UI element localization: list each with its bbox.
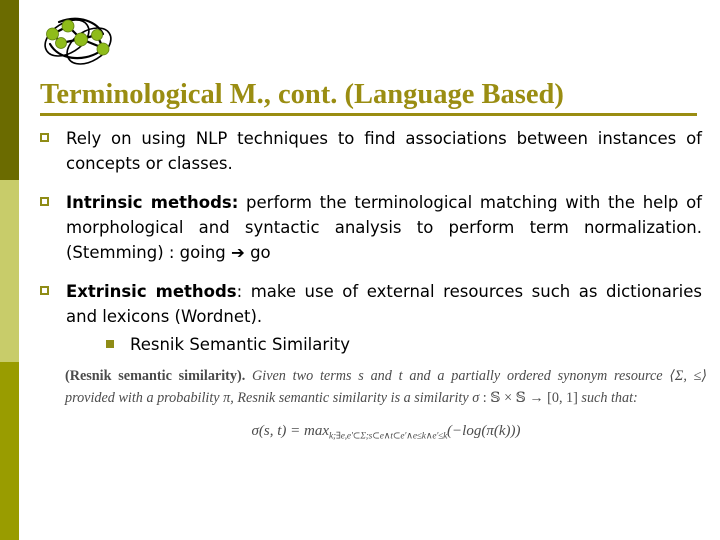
page-title: Terminological M., cont. (Language Based…	[40, 79, 564, 110]
sub-list-item: Resnik Semantic Similarity	[106, 332, 702, 357]
definition-text-1: Given two terms	[245, 368, 359, 384]
sidebar-band-bottom	[0, 362, 19, 540]
definition-mapping: : 𝕊 × 𝕊 → [0, 1]	[479, 389, 582, 406]
definition-text-5: such that:	[581, 389, 638, 406]
definition-text-4: , Resnik semantic similarity is a simila…	[230, 389, 473, 406]
filled-square-bullet-icon	[106, 340, 114, 348]
slide-body: Rely on using NLP techniques to find ass…	[40, 126, 702, 371]
hollow-square-bullet-icon	[40, 197, 49, 206]
decorative-sidebar	[0, 0, 19, 540]
hollow-square-bullet-icon	[40, 133, 49, 142]
sidebar-band-top	[0, 0, 19, 180]
formula-tail: (−log(π(k)))	[447, 423, 521, 439]
definition-paragraph: (Resnik semantic similarity). Given two …	[65, 366, 707, 409]
list-item: Intrinsic methods: perform the terminolo…	[40, 190, 702, 265]
list-item: Rely on using NLP techniques to find ass…	[40, 126, 702, 176]
slide-canvas: Terminological M., cont. (Language Based…	[19, 0, 720, 540]
definition-figure: (Resnik semantic similarity). Given two …	[65, 366, 707, 447]
network-graph-logo-icon	[37, 8, 121, 74]
bullet-2-lead: Intrinsic methods:	[66, 193, 239, 212]
title-underline-rule	[40, 113, 697, 116]
bullet-text-2: Intrinsic methods: perform the terminolo…	[66, 190, 702, 265]
formula-main: σ(s, t) = max	[251, 423, 330, 439]
definition-name: (Resnik semantic similarity).	[65, 368, 246, 384]
bullet-3-lead: Extrinsic methods	[66, 282, 237, 301]
definition-text-3: provided with a probability	[65, 389, 224, 406]
definition-resource-symbol: ⟨Σ, ≤⟩	[669, 368, 708, 384]
hollow-square-bullet-icon	[40, 286, 49, 295]
definition-and-1: and	[363, 368, 399, 384]
definition-text-2: and a partially ordered synonym resource	[402, 368, 670, 384]
title-block: Terminological M., cont. (Language Based…	[40, 78, 700, 116]
sidebar-band-middle	[0, 180, 19, 362]
bullet-text-1: Rely on using NLP techniques to find ass…	[66, 126, 702, 176]
bullet-text-3: Extrinsic methods: make use of external …	[66, 279, 702, 329]
sub-bullet-text-1: Resnik Semantic Similarity	[130, 335, 350, 354]
bullet-1-body: Rely on using NLP techniques to find ass…	[66, 129, 702, 173]
list-item: Extrinsic methods: make use of external …	[40, 279, 702, 357]
formula-subscript: k;∃e,e'⊂Σ;s⊂e∧t⊂e'∧e≤k∧e'≤k	[329, 431, 448, 442]
definition-formula: σ(s, t) = maxk;∃e,e'⊂Σ;s⊂e∧t⊂e'∧e≤k∧e'≤k…	[65, 421, 707, 447]
